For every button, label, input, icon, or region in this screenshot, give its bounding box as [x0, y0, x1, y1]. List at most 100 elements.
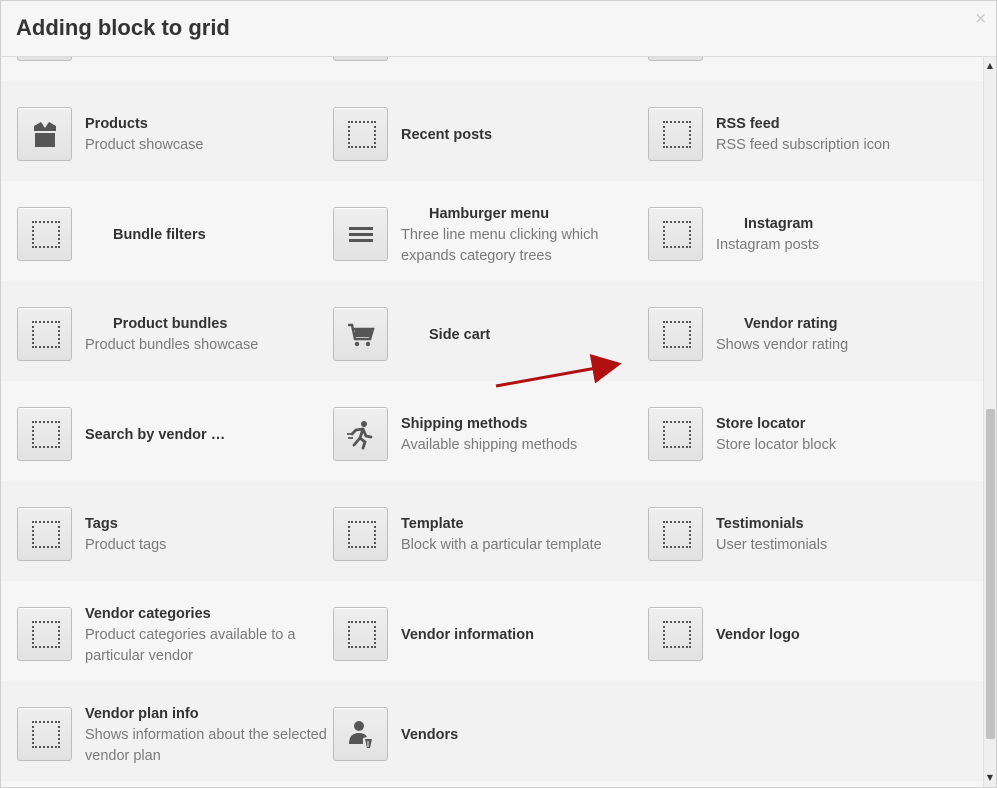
placeholder-icon[interactable] [648, 507, 703, 561]
block-text: Vendor logo [716, 607, 966, 663]
block-text: Vendor rating Shows vendor rating [716, 307, 966, 363]
block-option[interactable]: Products Product showcase [17, 81, 317, 181]
vendor-person-icon[interactable] [333, 707, 388, 761]
placeholder-icon[interactable] [333, 57, 388, 61]
placeholder-icon[interactable] [333, 107, 388, 161]
payment-icon[interactable] [17, 57, 72, 61]
block-row: Vendor plan info Shows information about … [1, 681, 984, 781]
block-title: Tags [85, 516, 118, 533]
placeholder-icon[interactable] [17, 307, 72, 361]
block-option[interactable]: Vendors [333, 681, 633, 781]
block-title: Instagram [744, 216, 814, 233]
placeholder-icon[interactable] [648, 307, 703, 361]
scrollbar-thumb[interactable] [986, 409, 995, 739]
scroll-down-icon[interactable]: ▼ [984, 771, 996, 785]
placeholder-icon[interactable] [648, 57, 703, 61]
block-description: Shows information about the selected ven… [85, 726, 327, 765]
block-option[interactable]: Testimonials User testimonials [648, 481, 968, 581]
block-row: Product bundles Product bundles showcase S… [1, 281, 984, 381]
block-option[interactable]: Store locator Store locator block [648, 381, 968, 481]
block-option[interactable]: Search by vendor … [17, 381, 317, 481]
placeholder-icon[interactable] [333, 607, 388, 661]
block-title: Recent posts [401, 127, 493, 143]
box-icon[interactable] [17, 107, 72, 161]
block-row: Vendor categories Product categories avai… [1, 581, 984, 681]
block-text: Products Product showcase [85, 107, 335, 163]
block-option[interactable]: Hamburger menu Three line menu clicking w… [333, 181, 633, 281]
block-text: Product filtering options, displayed on … [716, 57, 966, 63]
block-description: Available shipping methods [401, 437, 578, 454]
scroll-up-icon[interactable]: ▲ [984, 59, 996, 73]
block-option[interactable]: Recent posts [333, 81, 633, 181]
block-title: Template [401, 516, 464, 533]
block-description: RSS feed subscription icon [716, 137, 891, 154]
block-title: RSS feed [716, 116, 780, 133]
block-option[interactable]: Tags Product tags [17, 481, 317, 581]
dialog-header: Adding block to grid × [1, 1, 996, 57]
block-title: Vendor logo [716, 627, 800, 643]
block-option[interactable]: RSS feed RSS feed subscription icon [648, 81, 968, 181]
block-description: Product bundles showcase [85, 337, 259, 354]
block-row: Search by vendor … Shipping methods Availa… [1, 381, 984, 481]
block-text: Vendor information [401, 607, 651, 663]
block-text: Vendor plan info Shows information about … [85, 706, 335, 765]
close-icon[interactable]: × [974, 9, 987, 27]
block-title: Search by vendor … [85, 427, 226, 443]
block-option[interactable]: Vendor information [333, 581, 633, 681]
block-list[interactable]: Available payment methodsProduct filteri… [1, 57, 984, 787]
block-description: User testimonials [716, 537, 828, 554]
block-text: Product filtering options [401, 57, 651, 63]
placeholder-icon[interactable] [648, 207, 703, 261]
block-description: Product showcase [85, 137, 204, 154]
placeholder-icon[interactable] [17, 407, 72, 461]
block-option[interactable]: Vendor logo [648, 581, 968, 681]
block-option[interactable]: Vendor rating Shows vendor rating [648, 281, 968, 381]
block-option[interactable]: Bundle filters [17, 181, 317, 281]
block-text: Product bundles Product bundles showcase [85, 307, 335, 363]
block-row: Bundle filters Hamburger menu Three line m… [1, 181, 984, 281]
block-description: Product categories available to a partic… [85, 626, 296, 665]
placeholder-icon[interactable] [648, 607, 703, 661]
block-title: Vendor information [401, 627, 534, 643]
placeholder-icon[interactable] [17, 507, 72, 561]
placeholder-icon[interactable] [17, 707, 72, 761]
block-text: RSS feed RSS feed subscription icon [716, 107, 966, 163]
block-option[interactable]: Product bundles Product bundles showcase [17, 281, 317, 381]
block-option[interactable]: Shipping methods Available shipping metho… [333, 381, 633, 481]
block-option[interactable]: Product filtering options, displayed on … [648, 57, 968, 81]
block-option[interactable]: Instagram Instagram posts [648, 181, 968, 281]
placeholder-icon[interactable] [17, 607, 72, 661]
cart-icon[interactable] [333, 307, 388, 361]
block-text: Bundle filters [85, 207, 335, 263]
block-option[interactable]: Vendor plan info Shows information about … [17, 681, 327, 781]
hamburger-icon[interactable] [333, 207, 388, 261]
block-text: Side cart [401, 307, 651, 363]
block-option[interactable]: Available payment methods [17, 57, 317, 81]
placeholder-icon[interactable] [648, 107, 703, 161]
block-text: Recent posts [401, 107, 651, 163]
block-title: Vendors [401, 727, 459, 743]
block-text: Available payment methods [85, 57, 335, 63]
placeholder-icon[interactable] [333, 507, 388, 561]
block-option[interactable]: Product filtering options [333, 57, 633, 81]
placeholder-icon[interactable] [17, 207, 72, 261]
block-title: Vendor categories [85, 605, 211, 622]
block-text: Hamburger menu Three line menu clicking w… [401, 206, 651, 265]
block-title: Shipping methods [401, 416, 528, 433]
block-description: Shows vendor rating [716, 337, 849, 354]
block-description: Block with a particular template [401, 537, 602, 554]
add-block-dialog: Adding block to grid × Available payment… [0, 0, 997, 788]
block-text: Store locator Store locator block [716, 407, 966, 463]
block-option[interactable]: Template Block with a particular template [333, 481, 633, 581]
placeholder-icon[interactable] [648, 407, 703, 461]
block-row: Products Product showcase Recent posts RSS … [1, 81, 984, 181]
vertical-scrollbar[interactable]: ▲ ▼ [983, 57, 996, 787]
block-title: Side cart [429, 327, 491, 343]
block-option[interactable]: Vendor categories Product categories avai… [17, 581, 317, 681]
block-text: Shipping methods Available shipping metho… [401, 407, 651, 463]
block-title: Vendor plan info [85, 705, 199, 722]
block-option[interactable]: Side cart [333, 281, 633, 381]
block-row: Available payment methodsProduct filteri… [1, 57, 984, 81]
block-description: Instagram posts [716, 237, 820, 254]
runner-icon[interactable] [333, 407, 388, 461]
